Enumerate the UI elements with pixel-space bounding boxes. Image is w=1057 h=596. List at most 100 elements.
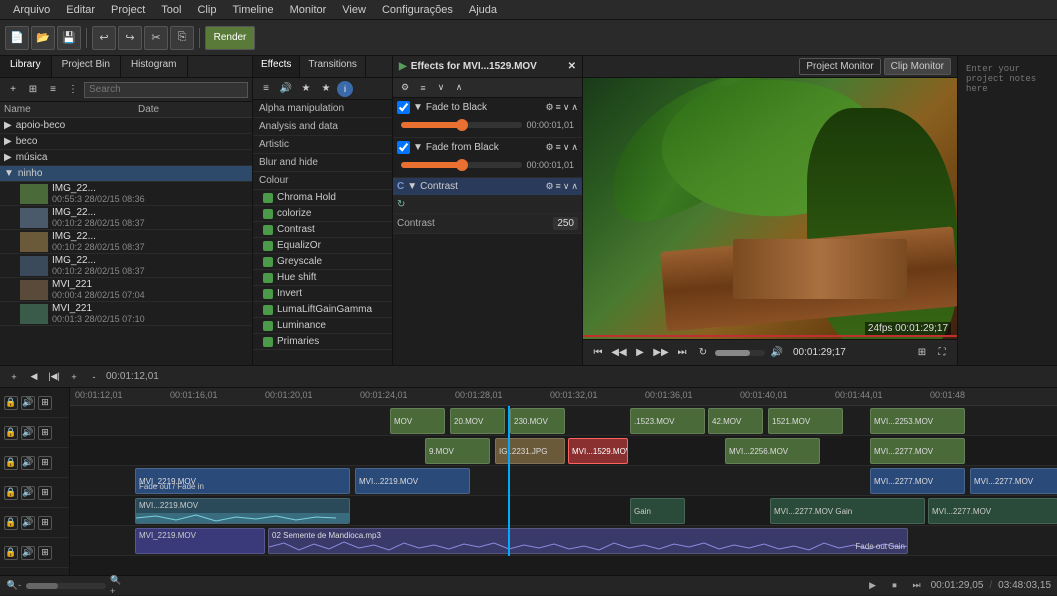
new-button[interactable]: 📄 bbox=[5, 26, 29, 50]
clip-2219-v3a[interactable]: MVI_2219.MOV Fade out / Fade in bbox=[135, 468, 350, 494]
cat-blur[interactable]: Blur and hide bbox=[253, 154, 392, 172]
clip-9mov[interactable]: 9.MOV bbox=[425, 438, 490, 464]
ep-collapse[interactable]: ∧ bbox=[451, 80, 467, 96]
effect-entry-header-ftb[interactable]: ▼ Fade to Black ⚙ ≡ ∨ ∧ bbox=[393, 98, 582, 117]
effect-settings-btn[interactable]: ⚙ bbox=[545, 102, 553, 113]
tl-stop-btn[interactable]: ⏹ bbox=[887, 578, 903, 594]
effect-expand-btn[interactable]: ∨ bbox=[563, 102, 570, 113]
file-item-1[interactable]: IMG_22... 00:10:2 28/02/15 08:37 bbox=[0, 206, 252, 230]
tc-mute[interactable]: 🔊 bbox=[21, 546, 35, 560]
tl-zoom-slider[interactable] bbox=[26, 583, 106, 589]
menu-project[interactable]: Project bbox=[103, 2, 153, 18]
file-item-0[interactable]: IMG_22... 00:55:3 28/02/15 08:36 bbox=[0, 182, 252, 206]
clip-2277-v3b[interactable]: MVI...2277.MOV bbox=[970, 468, 1057, 494]
tc-lock[interactable]: 🔒 bbox=[4, 456, 18, 470]
effect-primaries[interactable]: Primaries bbox=[253, 334, 392, 350]
effect-menu-btn[interactable]: ≡ bbox=[556, 142, 561, 153]
effects-list-btn5[interactable]: i bbox=[337, 81, 353, 97]
effect-lumalift[interactable]: LumaLiftGainGamma bbox=[253, 302, 392, 318]
effect-collapse-btn[interactable]: ∧ bbox=[571, 142, 578, 153]
effect-hue-shift[interactable]: Hue shift bbox=[253, 270, 392, 286]
effects-list-btn4[interactable]: ★ bbox=[317, 81, 335, 97]
clip-1529-selected[interactable]: MVI...1529.MOV Composite bbox=[568, 438, 628, 464]
effect-colorize[interactable]: colorize bbox=[253, 206, 392, 222]
loop-btn[interactable]: ↻ bbox=[694, 344, 712, 362]
grid-view-btn[interactable]: ⊞ bbox=[24, 81, 42, 99]
contrast-refresh[interactable]: ↻ bbox=[393, 195, 582, 213]
menu-ajuda[interactable]: Ajuda bbox=[461, 2, 505, 18]
tc-solo[interactable]: ⊞ bbox=[38, 546, 52, 560]
effect-invert[interactable]: Invert bbox=[253, 286, 392, 302]
cut-button[interactable]: ✂ bbox=[144, 26, 168, 50]
list-view-btn[interactable]: ≡ bbox=[44, 81, 62, 99]
file-item-3[interactable]: IMG_22... 00:10:2 28/02/15 08:37 bbox=[0, 254, 252, 278]
tc-solo[interactable]: ⊞ bbox=[38, 426, 52, 440]
preview-area[interactable]: 24fps 00:01:29;17 bbox=[583, 78, 957, 339]
open-button[interactable]: 📂 bbox=[31, 26, 55, 50]
tc-solo[interactable]: ⊞ bbox=[38, 396, 52, 410]
menu-monitor[interactable]: Monitor bbox=[282, 2, 335, 18]
effect-entry-header-ffb[interactable]: ▼ Fade from Black ⚙ ≡ ∨ ∧ bbox=[393, 138, 582, 157]
zoom-btn[interactable]: ⊞ bbox=[913, 344, 931, 362]
tc-mute[interactable]: 🔊 bbox=[21, 426, 35, 440]
clip-2256[interactable]: MVI...2256.MOV bbox=[725, 438, 820, 464]
clip-2219-v3b[interactable]: MVI...2219.MOV bbox=[355, 468, 470, 494]
play-btn[interactable]: ▶ bbox=[631, 344, 649, 362]
ep-settings[interactable]: ⚙ bbox=[397, 80, 413, 96]
menu-configuracoes[interactable]: Configurações bbox=[374, 2, 461, 18]
tc-mute[interactable]: 🔊 bbox=[21, 516, 35, 530]
cat-analysis[interactable]: Analysis and data bbox=[253, 118, 392, 136]
folder-beco[interactable]: ▶ beco bbox=[0, 134, 252, 150]
tc-lock[interactable]: 🔒 bbox=[4, 426, 18, 440]
more-btn[interactable]: ⋮ bbox=[64, 81, 82, 99]
tab-project-bin[interactable]: Project Bin bbox=[52, 56, 121, 77]
tl-zoom-out-btn[interactable]: 🔍- bbox=[6, 578, 22, 594]
tab-clip-monitor[interactable]: Clip Monitor bbox=[884, 58, 951, 75]
preview-progress-bar[interactable] bbox=[583, 335, 957, 337]
tc-solo[interactable]: ⊞ bbox=[38, 516, 52, 530]
tab-histogram[interactable]: Histogram bbox=[121, 56, 188, 77]
effect-chroma-hold[interactable]: Chroma Hold bbox=[253, 190, 392, 206]
file-item-2[interactable]: IMG_22... 00:10:2 28/02/15 08:37 bbox=[0, 230, 252, 254]
cat-artistic[interactable]: Artistic bbox=[253, 136, 392, 154]
tc-lock[interactable]: 🔒 bbox=[4, 486, 18, 500]
effect-luminance[interactable]: Luminance bbox=[253, 318, 392, 334]
param-bar[interactable] bbox=[401, 162, 522, 168]
clip-audio-2277-gain[interactable]: MVI...2277.MOV Gain bbox=[770, 498, 925, 524]
ep-expand[interactable]: ∨ bbox=[433, 80, 449, 96]
render-button[interactable]: Render bbox=[205, 26, 255, 50]
effects-list-btn2[interactable]: 🔊 bbox=[277, 81, 295, 97]
redo-button[interactable]: ↪ bbox=[118, 26, 142, 50]
ep-align[interactable]: ≡ bbox=[415, 80, 431, 96]
tab-transitions[interactable]: Transitions bbox=[300, 56, 366, 77]
cat-alpha[interactable]: Alpha manipulation bbox=[253, 100, 392, 118]
effect-settings-btn[interactable]: ⚙ bbox=[545, 142, 553, 153]
effects-panel-close[interactable]: ✕ bbox=[568, 61, 576, 72]
menu-arquivo[interactable]: Arquivo bbox=[5, 2, 58, 18]
clip-42mov[interactable]: 42.MOV bbox=[708, 408, 763, 434]
tl-back[interactable]: ◀ bbox=[26, 369, 42, 385]
menu-tool[interactable]: Tool bbox=[153, 2, 189, 18]
menu-editar[interactable]: Editar bbox=[58, 2, 103, 18]
effect-expand-btn[interactable]: ∨ bbox=[563, 142, 570, 153]
tab-effects[interactable]: Effects bbox=[253, 56, 300, 77]
effect-collapse-btn[interactable]: ∧ bbox=[571, 102, 578, 113]
tc-mute[interactable]: 🔊 bbox=[21, 396, 35, 410]
param-bar-thumb[interactable] bbox=[456, 119, 468, 131]
effect-expand-btn[interactable]: ∨ bbox=[563, 181, 570, 192]
copy-button[interactable]: ⎘ bbox=[170, 26, 194, 50]
tl-zoom-in-btn[interactable]: 🔍+ bbox=[110, 578, 126, 594]
tl-add-track[interactable]: + bbox=[6, 369, 22, 385]
effect-settings-btn[interactable]: ⚙ bbox=[545, 181, 553, 192]
tc-mute[interactable]: 🔊 bbox=[21, 486, 35, 500]
effect-greyscale[interactable]: Greyscale bbox=[253, 254, 392, 270]
undo-button[interactable]: ↩ bbox=[92, 26, 116, 50]
effect-equalizor[interactable]: EqualizOr bbox=[253, 238, 392, 254]
timeline-tracks-area[interactable]: 00:01:12,01 00:01:16,01 00:01:20,01 00:0… bbox=[70, 388, 1057, 575]
tl-play-btn[interactable]: ▶ bbox=[865, 578, 881, 594]
clip-audio-2219-b[interactable]: MVI_2219.MOV bbox=[135, 528, 265, 554]
clip-20mov[interactable]: 20.MOV bbox=[450, 408, 505, 434]
effect-collapse-btn[interactable]: ∧ bbox=[571, 181, 578, 192]
tl-snap[interactable]: |◀| bbox=[46, 369, 62, 385]
menu-timeline[interactable]: Timeline bbox=[224, 2, 281, 18]
